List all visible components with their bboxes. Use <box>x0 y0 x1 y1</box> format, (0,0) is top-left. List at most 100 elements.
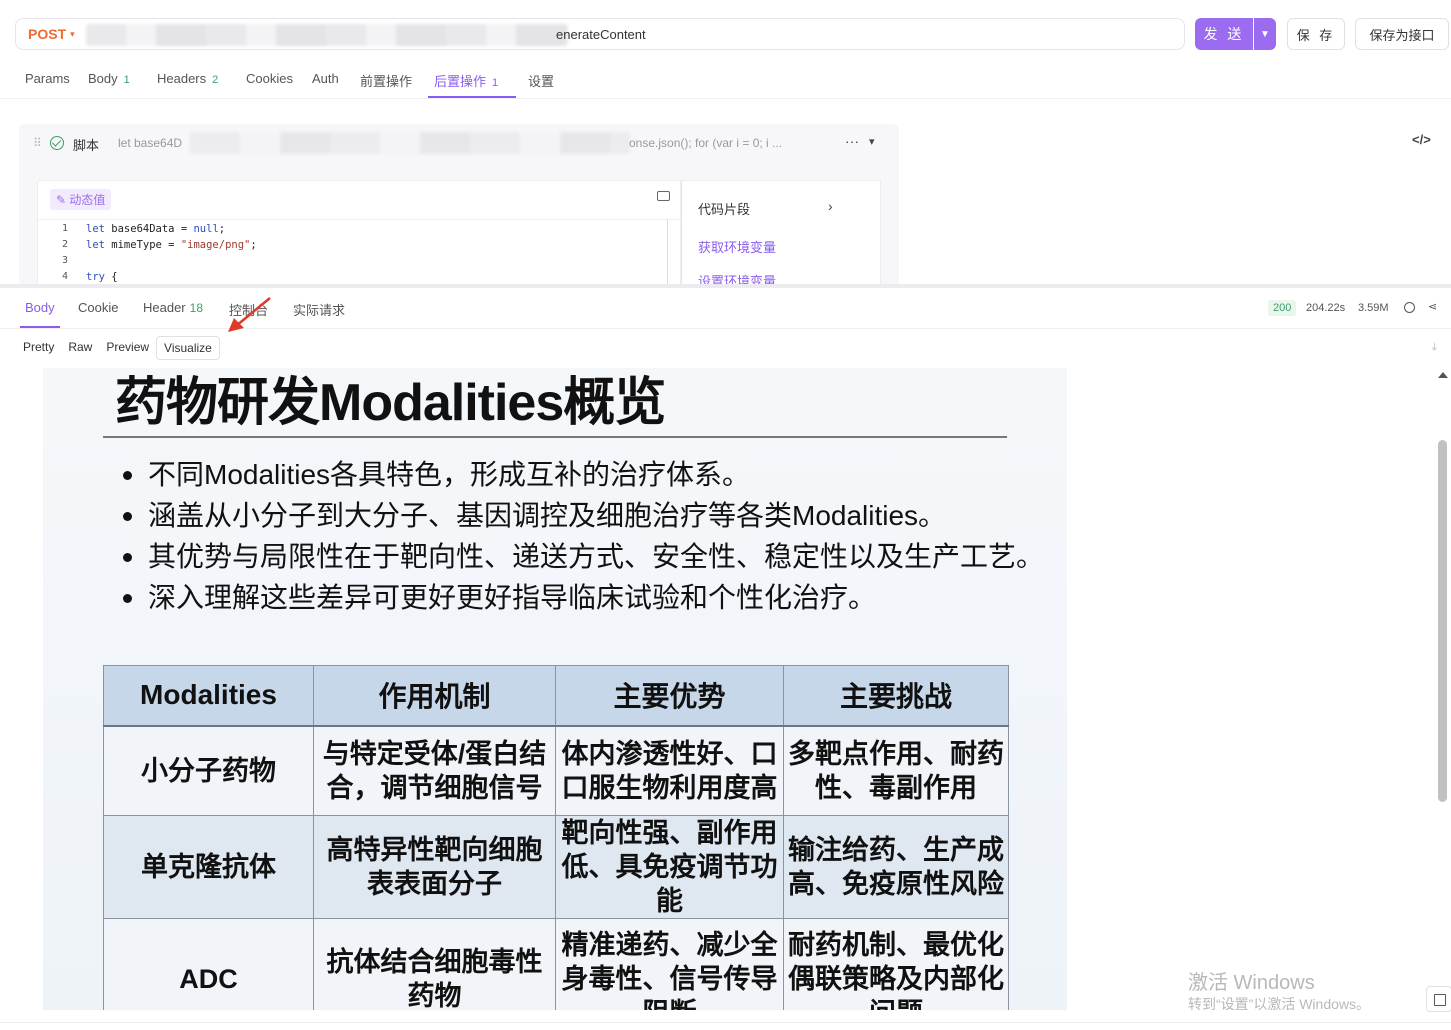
tab-label: 设置 <box>528 74 555 89</box>
table-cell: 单克隆抗体 <box>103 815 314 919</box>
code-string: "image/png" <box>180 239 251 251</box>
tab-auth[interactable]: Auth <box>312 71 339 86</box>
tab-label: Body <box>88 71 118 86</box>
status-bar <box>0 1022 1451 1030</box>
tab-count: 1 <box>123 74 130 86</box>
code-line: let base64Data = null; <box>86 223 226 235</box>
tab-params[interactable]: Params <box>25 71 70 86</box>
snippets-title: 代码片段 <box>698 202 751 217</box>
tab-pre-processors[interactable]: 前置操作 <box>360 71 412 90</box>
chevron-down-icon[interactable]: ▾ <box>869 135 875 148</box>
send-group: 发 送 ▼ <box>1195 18 1276 50</box>
script-title: 脚本 <box>73 138 100 153</box>
tab-label: 前置操作 <box>360 74 413 89</box>
tab-label: Params <box>25 71 70 86</box>
send-button[interactable]: 发 送 <box>1195 18 1253 50</box>
table-row: 单克隆抗体 高特异性靶向细胞表表面分子 靶向性强、副作用低、具免疫调节功能 输注… <box>103 815 1009 919</box>
layout-toggle-icon[interactable] <box>1426 986 1451 1012</box>
tab-label: Cookies <box>246 71 293 86</box>
annotation-arrow-icon <box>228 297 271 332</box>
method-select[interactable]: POST ▾ <box>16 26 86 42</box>
tab-post-processors[interactable]: 后置操作 1 <box>434 71 498 90</box>
table-header: 主要优势 <box>555 665 784 726</box>
more-icon[interactable]: ··· <box>845 133 859 149</box>
tab-label: Body <box>25 300 55 315</box>
active-tab-underline <box>20 326 60 328</box>
code-keyword: let <box>86 223 105 235</box>
redacted-url <box>86 24 568 46</box>
table-header-row: Modalities 作用机制 主要优势 主要挑战 <box>103 665 1009 726</box>
code-snippets-panel: 代码片段 › 获取环境变量 设置环境变量 <box>681 180 881 290</box>
tab-count: 2 <box>212 74 219 86</box>
tab-body[interactable]: Body 1 <box>88 71 130 86</box>
table-cell: 体内渗透性好、口口服生物利用度高 <box>555 725 784 816</box>
bullet-item: 其优势与局限性在于靶向性、递送方式、安全性、稳定性以及生产工艺。 <box>123 536 1044 577</box>
tab-cookies[interactable]: Cookies <box>246 71 293 86</box>
send-options-chevron-icon[interactable]: ▼ <box>1254 18 1276 50</box>
table-cell: 精准递药、减少全身毒性、信号传导阻断 <box>555 918 784 1010</box>
tab-response-body[interactable]: Body <box>25 300 55 315</box>
chevron-right-icon[interactable]: › <box>828 198 833 214</box>
table-cell: 输注给药、生产成高、免疫原性风险 <box>783 815 1009 919</box>
view-raw[interactable]: Raw <box>61 336 99 360</box>
view-pretty[interactable]: Pretty <box>16 336 61 360</box>
tab-headers[interactable]: Headers 2 <box>157 71 218 86</box>
bullet-item: 深入理解这些差异可更好更好指导临床试验和个性化治疗。 <box>123 577 1044 618</box>
table-cell: 抗体结合细胞毒性药物 <box>313 918 556 1010</box>
code-editor[interactable]: ✎ 动态值 1 2 3 4 let base64Data = null; let… <box>37 180 682 291</box>
windows-activation-hint: 转到“设置”以激活 Windows。 <box>1188 996 1371 1012</box>
table-header: 主要挑战 <box>783 665 1009 726</box>
line-number: 3 <box>61 255 68 266</box>
tab-label: Cookie <box>78 300 119 315</box>
vertical-scrollbar[interactable] <box>1438 440 1447 802</box>
editor-scrollbar[interactable] <box>667 219 668 291</box>
table-cell: 靶向性强、副作用低、具免疫调节功能 <box>555 815 784 919</box>
tab-count: 18 <box>189 301 203 315</box>
script-panel: ⠿ 脚本 let base64D onse.json(); for (var i… <box>19 124 899 291</box>
bullet-list: 不同Modalities各具特色，形成互补的治疗体系。 涵盖从小分子到大分子、基… <box>123 454 1044 618</box>
snapshot-icon[interactable] <box>657 191 670 201</box>
slide-title: 药物研发Modalities概览 <box>115 374 666 432</box>
url-text: enerateContent <box>556 27 646 42</box>
script-header[interactable]: ⠿ 脚本 let base64D onse.json(); for (var i… <box>19 124 899 162</box>
download-icon[interactable]: ⤓ <box>1432 341 1437 354</box>
response-time: 204.22s <box>1306 302 1346 314</box>
tab-response-header[interactable]: Header 18 <box>143 300 203 315</box>
globe-icon[interactable] <box>1404 302 1415 313</box>
request-tabs: Params Body 1 Headers 2 Cookies Auth 前置操作 … <box>0 62 1451 147</box>
table-cell: 耐药机制、最优化偶联策略及内部化问题 <box>783 918 1009 1010</box>
url-input[interactable]: POST ▾ enerateContent <box>15 18 1185 50</box>
table-cell: 小分子药物 <box>103 725 314 816</box>
save-as-api-button[interactable]: 保存为接口 <box>1355 18 1449 50</box>
table-row: ADC 抗体结合细胞毒性药物 精准递药、减少全身毒性、信号传导阻断 耐药机制、最… <box>103 918 1009 1010</box>
view-visualize[interactable]: Visualize <box>156 336 220 360</box>
tab-label: Header <box>143 300 186 315</box>
code-icon[interactable]: </> <box>1412 132 1431 147</box>
save-button[interactable]: 保 存 <box>1287 18 1345 50</box>
table-header: Modalities <box>103 665 314 726</box>
tab-actual-request[interactable]: 实际请求 <box>293 300 345 319</box>
snippet-get-env[interactable]: 获取环境变量 <box>698 237 776 256</box>
view-mode-tabs: Pretty Raw Preview Visualize <box>16 336 220 360</box>
method-label: POST <box>28 26 67 42</box>
line-numbers: 1 2 3 4 <box>38 223 78 287</box>
windows-activation-title: 激活 Windows <box>1188 972 1315 994</box>
enabled-check-icon[interactable] <box>50 136 64 150</box>
share-icon[interactable]: ⋖ <box>1428 300 1437 313</box>
code-keyword: try <box>86 271 105 283</box>
line-number: 1 <box>61 223 68 234</box>
drag-handle-icon[interactable]: ⠿ <box>33 136 42 150</box>
modalities-table: Modalities 作用机制 主要优势 主要挑战 小分子药物 与特定受体/蛋白… <box>103 665 1009 1010</box>
tab-settings[interactable]: 设置 <box>528 71 554 90</box>
scroll-up-icon[interactable] <box>1438 372 1448 378</box>
script-preview-end: onse.json(); for (var i = 0; i ... <box>629 136 783 150</box>
code-lines[interactable]: let base64Data = null; let mimeType = "i… <box>86 223 257 287</box>
view-preview[interactable]: Preview <box>99 336 156 360</box>
table-cell: 与特定受体/蛋白结合，调节细胞信号 <box>313 725 556 816</box>
response-size: 3.59M <box>1358 302 1389 314</box>
code-keyword: let <box>86 239 105 251</box>
tab-response-cookie[interactable]: Cookie <box>78 300 118 315</box>
table-cell: ADC <box>103 918 314 1010</box>
dynamic-value-button[interactable]: ✎ 动态值 <box>50 189 112 210</box>
